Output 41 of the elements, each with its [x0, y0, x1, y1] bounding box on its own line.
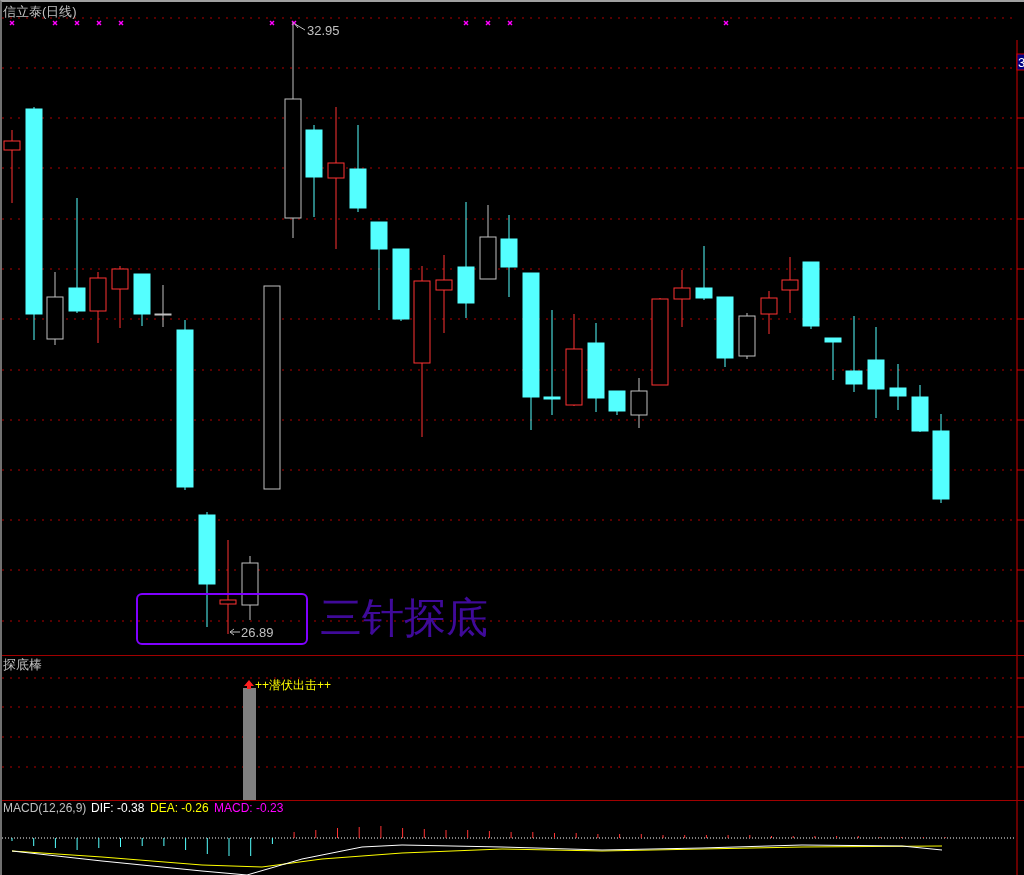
candlestick — [154, 284, 172, 328]
candlestick — [802, 261, 820, 330]
low-pointer-icon — [229, 628, 241, 636]
signal-marker-icon — [9, 20, 15, 26]
candlestick — [111, 265, 129, 329]
high-pointer-icon — [294, 23, 306, 31]
signal-marker-icon — [291, 20, 297, 26]
macd-title: MACD(12,26,9) — [3, 801, 87, 815]
pattern-annotation: 三针探底 — [320, 594, 488, 641]
candlestick — [760, 290, 778, 335]
candlestick — [738, 312, 756, 360]
candlestick — [889, 363, 907, 411]
dif-value: DIF: -0.38 — [91, 801, 145, 815]
candlestick — [695, 245, 713, 301]
signal-marker-icon — [269, 20, 275, 26]
signal-text: ++潜伏出击++ — [255, 678, 332, 692]
low-price-label: 26.89 — [241, 625, 274, 640]
signal-marker-icon — [507, 20, 513, 26]
signal-marker-icon — [96, 20, 102, 26]
candlestick — [911, 384, 929, 433]
macd-value: MACD: -0.23 — [214, 801, 284, 815]
candlestick — [630, 377, 648, 429]
candlestick — [824, 337, 842, 381]
chart-title: 信立泰(日线) — [3, 4, 77, 19]
up-arrow-icon — [244, 680, 254, 689]
signal-marker-icon — [52, 20, 58, 26]
candlestick — [608, 390, 626, 416]
candlestick — [133, 273, 151, 327]
signal-marker-icon — [463, 20, 469, 26]
indicator-title: 探底棒 — [3, 657, 42, 672]
signal-marker-icon — [118, 20, 124, 26]
candlestick — [781, 256, 799, 314]
candlestick — [673, 269, 691, 328]
signal-marker-icon — [485, 20, 491, 26]
candlestick — [241, 555, 259, 621]
signal-marker-icon — [723, 20, 729, 26]
price-tag: 3 — [1016, 53, 1024, 71]
signal-marker-icon — [74, 20, 80, 26]
high-price-label: 32.95 — [307, 23, 340, 38]
candlestick — [716, 296, 734, 368]
dea-value: DEA: -0.26 — [150, 801, 209, 815]
